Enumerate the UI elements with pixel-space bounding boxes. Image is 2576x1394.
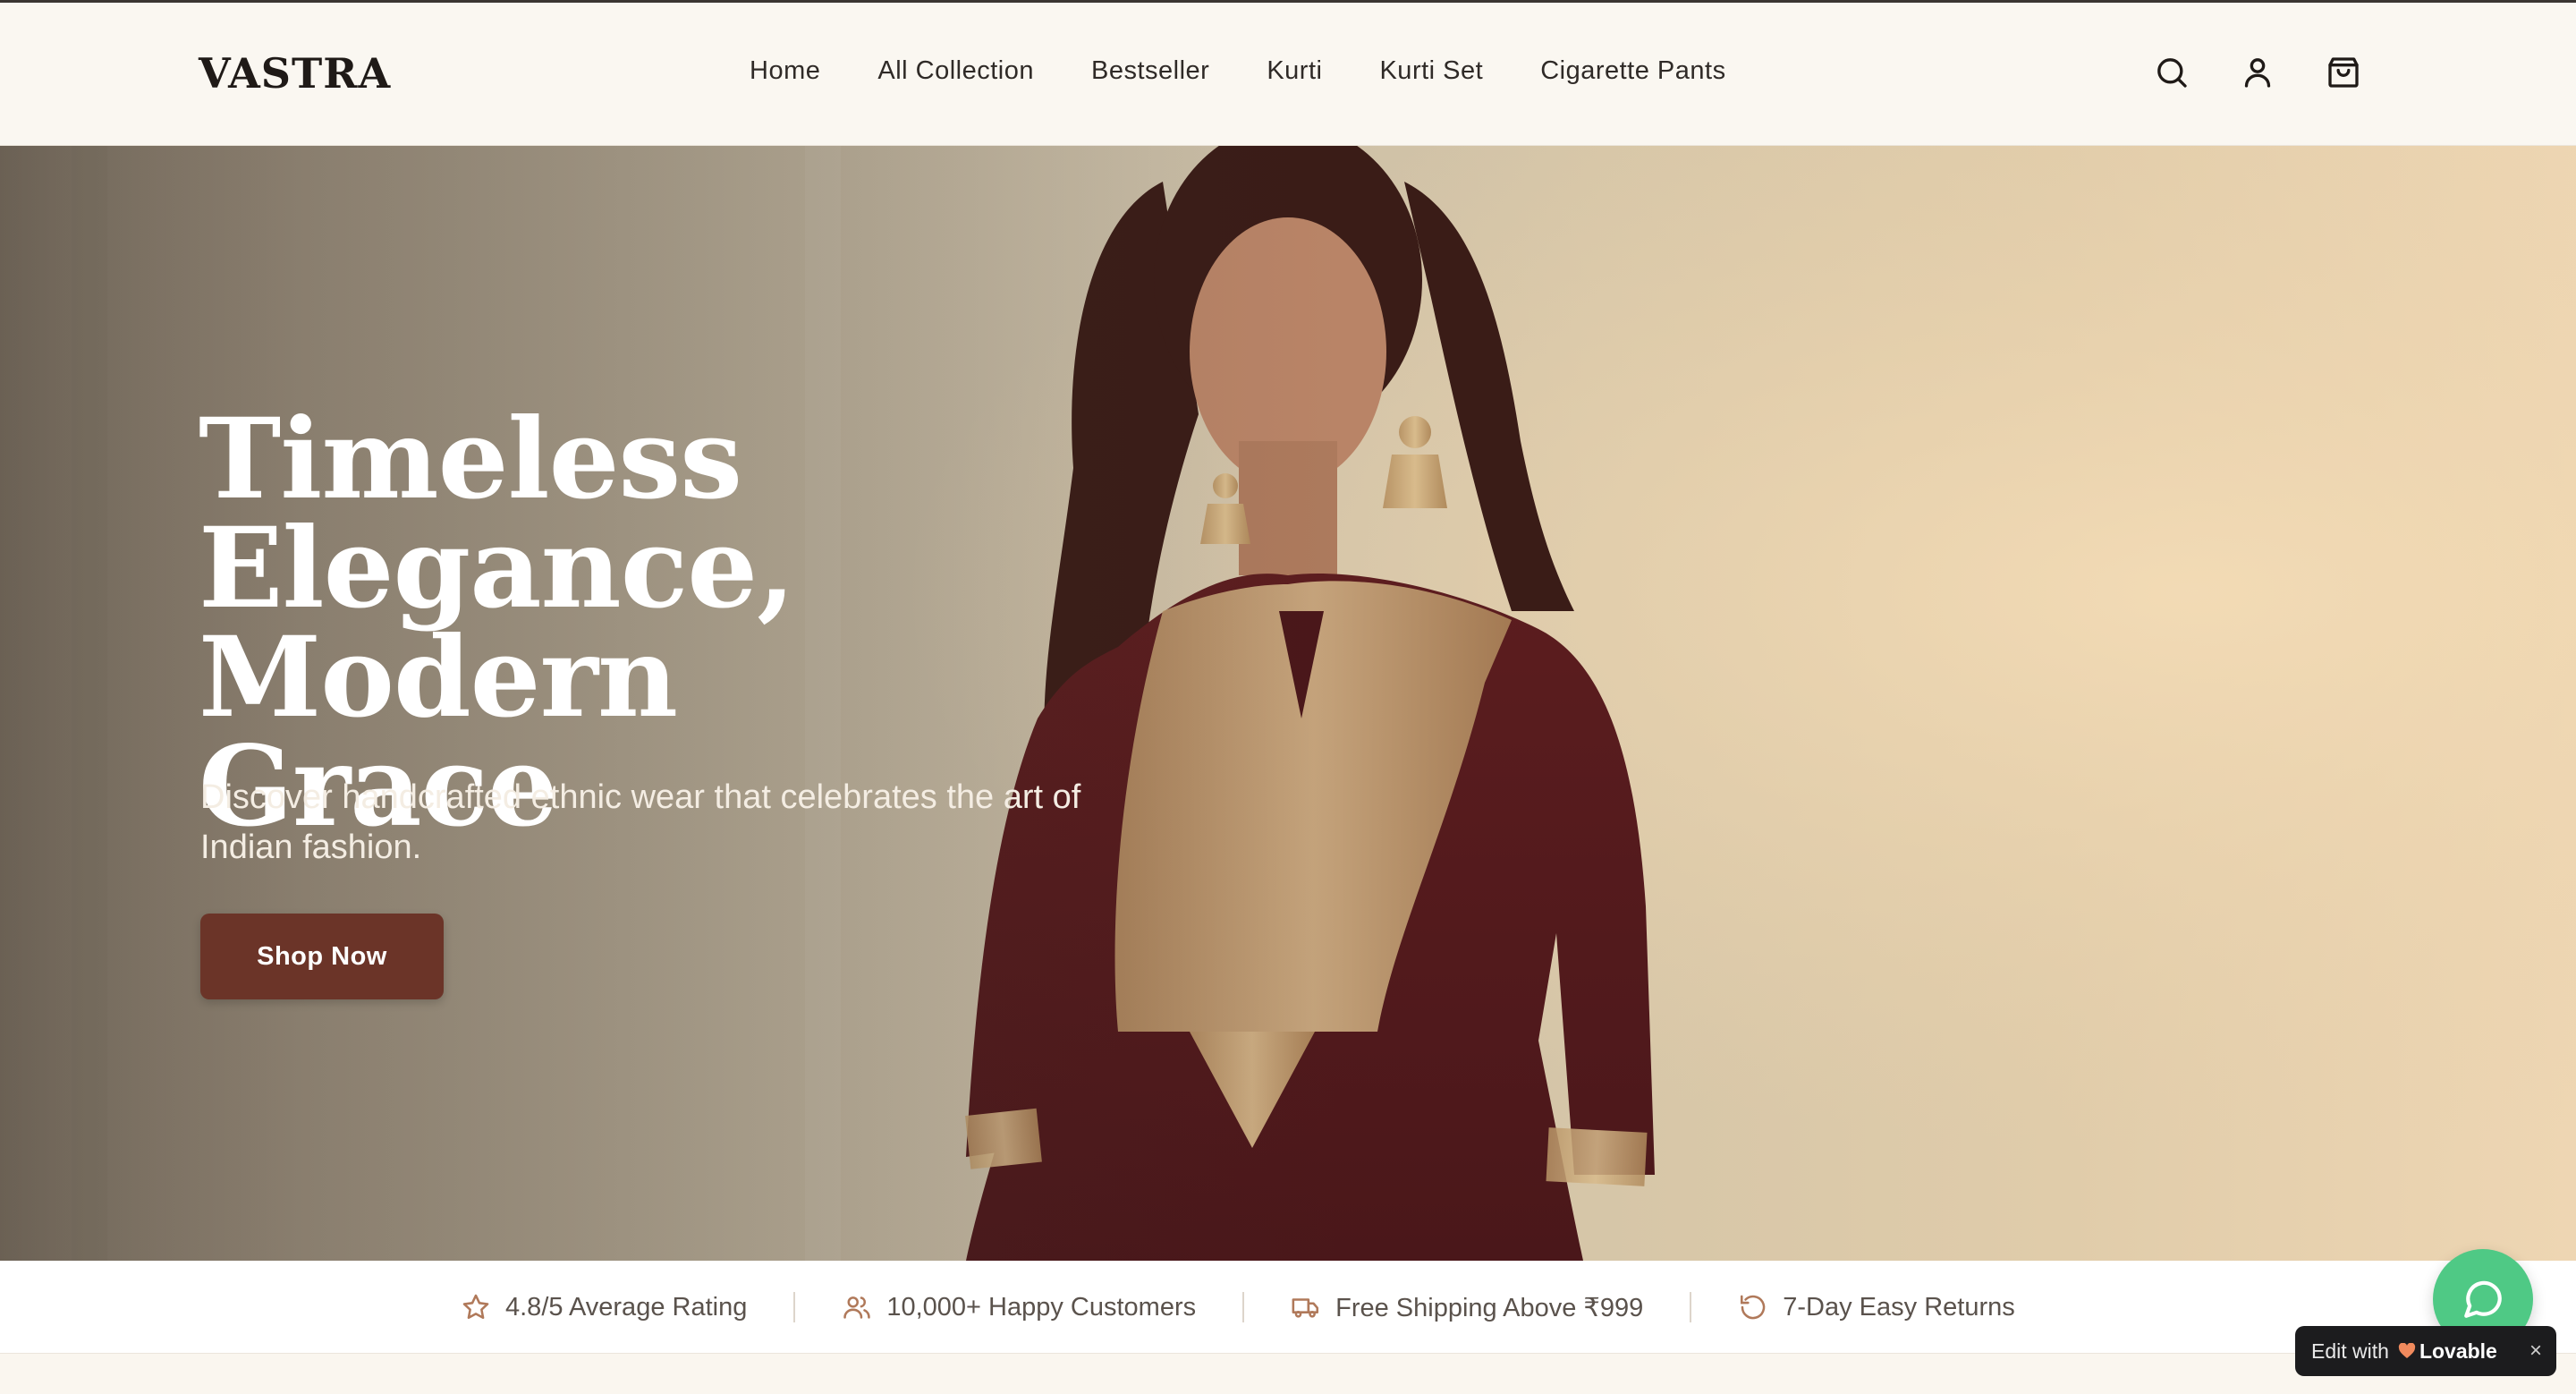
trust-shipping-label: Free Shipping Above ₹999 (1335, 1293, 1644, 1322)
lovable-edit-badge[interactable]: Edit with Lovable × (2295, 1326, 2556, 1376)
shopping-bag-icon[interactable] (2324, 53, 2363, 92)
message-circle-icon (2464, 1280, 2502, 1318)
hero-subtitle: Discover handcrafted ethnic wear that ce… (200, 778, 1081, 866)
nav-kurti[interactable]: Kurti (1267, 56, 1322, 86)
truck-icon (1292, 1298, 1319, 1318)
search-icon[interactable] (2152, 53, 2191, 92)
nav-all-collection[interactable]: All Collection (877, 56, 1034, 86)
trust-rating: 4.8/5 Average Rating (461, 1292, 747, 1322)
site-header: VASTRA Home All Collection Bestseller Ku… (0, 3, 2576, 146)
hero-title-line-2: Elegance, Modern (199, 504, 795, 743)
nav-cigarette-pants[interactable]: Cigarette Pants (1540, 56, 1725, 86)
trust-returns-label: 7-Day Easy Returns (1783, 1292, 2015, 1322)
trust-bar: 4.8/5 Average Rating 10,000+ Happy Custo… (0, 1261, 2576, 1354)
divider (1690, 1292, 1692, 1322)
divider (1242, 1292, 1245, 1322)
trust-items: 4.8/5 Average Rating 10,000+ Happy Custo… (461, 1261, 2015, 1354)
lovable-brand: Lovable (2419, 1339, 2497, 1363)
hero-banner: Timeless Elegance, Modern Grace Discover… (0, 146, 2576, 1261)
trust-customers-label: 10,000+ Happy Customers (886, 1292, 1197, 1322)
trust-shipping: Free Shipping Above ₹999 (1291, 1292, 1643, 1323)
nav-home[interactable]: Home (750, 56, 820, 86)
divider (793, 1292, 796, 1322)
user-icon[interactable] (2238, 53, 2277, 92)
rotate-ccw-icon (1741, 1295, 1766, 1320)
site-logo[interactable]: VASTRA (199, 49, 391, 98)
main-nav: Home All Collection Bestseller Kurti Kur… (750, 56, 1726, 86)
trust-returns: 7-Day Easy Returns (1738, 1292, 2015, 1322)
trust-rating-label: 4.8/5 Average Rating (505, 1292, 748, 1322)
lovable-prefix: Edit with (2311, 1339, 2389, 1363)
header-actions (2152, 53, 2363, 92)
nav-kurti-set[interactable]: Kurti Set (1379, 56, 1483, 86)
star-icon (462, 1294, 489, 1320)
lovable-heart-icon (2398, 1343, 2416, 1358)
close-icon[interactable]: × (2529, 1339, 2542, 1364)
users-icon (843, 1296, 871, 1319)
next-section-edge (0, 1354, 2576, 1394)
nav-bestseller[interactable]: Bestseller (1091, 56, 1209, 86)
trust-customers: 10,000+ Happy Customers (842, 1292, 1196, 1322)
shop-now-button[interactable]: Shop Now (200, 914, 444, 999)
